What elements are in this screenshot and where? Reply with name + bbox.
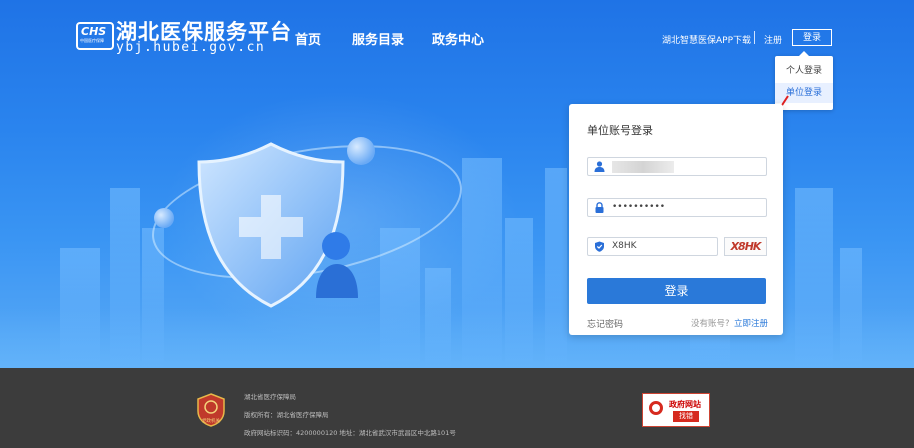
app-download-link[interactable]: 湖北智慧医保APP下载 <box>662 33 751 46</box>
shield-check-icon <box>595 241 604 252</box>
user-icon <box>594 161 605 172</box>
password-value: •••••••••• <box>612 202 666 212</box>
nav-government-center[interactable]: 政务中心 <box>432 29 484 48</box>
nav-service-catalog[interactable]: 服务目录 <box>352 29 404 48</box>
gov-site-error-badge[interactable]: 政府网站 找错 <box>642 393 710 427</box>
lock-icon <box>595 202 604 213</box>
username-field[interactable] <box>587 157 767 176</box>
site-url: ybj.hubei.gov.cn <box>116 40 266 55</box>
footer-org-name: 湖北省医疗保障局 <box>244 393 296 401</box>
gov-badge-title: 政府网站 <box>669 400 701 409</box>
magnifier-icon <box>649 401 663 415</box>
login-button-top[interactable]: 登录 <box>792 29 832 46</box>
forgot-password-link[interactable]: 忘记密码 <box>587 317 623 330</box>
register-link[interactable]: 注册 <box>764 33 782 46</box>
emblem-label: 党政机关 <box>202 417 220 424</box>
logo-subtext: 中国医疗保障 <box>80 38 104 43</box>
footer <box>0 368 914 448</box>
register-now-link[interactable]: 立即注册 <box>734 317 768 329</box>
login-card: 单位账号登录 •••••••••• X8HK X8HK 登录 忘记密码 没有账号… <box>569 104 783 335</box>
password-field[interactable]: •••••••••• <box>587 198 767 217</box>
person-icon <box>316 232 358 298</box>
site-logo[interactable]: CHS 中国医疗保障 <box>76 22 114 50</box>
floating-sphere <box>154 208 174 228</box>
login-card-title: 单位账号登录 <box>587 124 653 137</box>
captcha-value: X8HK <box>612 241 637 251</box>
footer-copyright: 版权所有：湖北省医疗保障局 <box>244 411 329 419</box>
floating-sphere <box>347 137 375 165</box>
nav-home[interactable]: 首页 <box>295 29 321 48</box>
header-divider <box>754 31 755 44</box>
party-emblem-icon[interactable]: 党政机关 <box>196 393 226 427</box>
captcha-image[interactable]: X8HK <box>724 237 767 256</box>
logo-text: CHS <box>81 25 107 38</box>
dropdown-personal-login[interactable]: 个人登录 <box>775 61 833 81</box>
username-redacted <box>612 161 674 173</box>
login-submit-button[interactable]: 登录 <box>587 278 766 304</box>
captcha-field[interactable]: X8HK <box>587 237 718 256</box>
gov-badge-sub: 找错 <box>673 411 699 422</box>
captcha-image-text: X8HK <box>730 240 762 253</box>
no-account-text: 没有账号? <box>691 319 730 329</box>
footer-site-id-address: 政府网站标识码：4200000120 地址：湖北省武汉市武昌区中北路101号 <box>244 429 456 437</box>
